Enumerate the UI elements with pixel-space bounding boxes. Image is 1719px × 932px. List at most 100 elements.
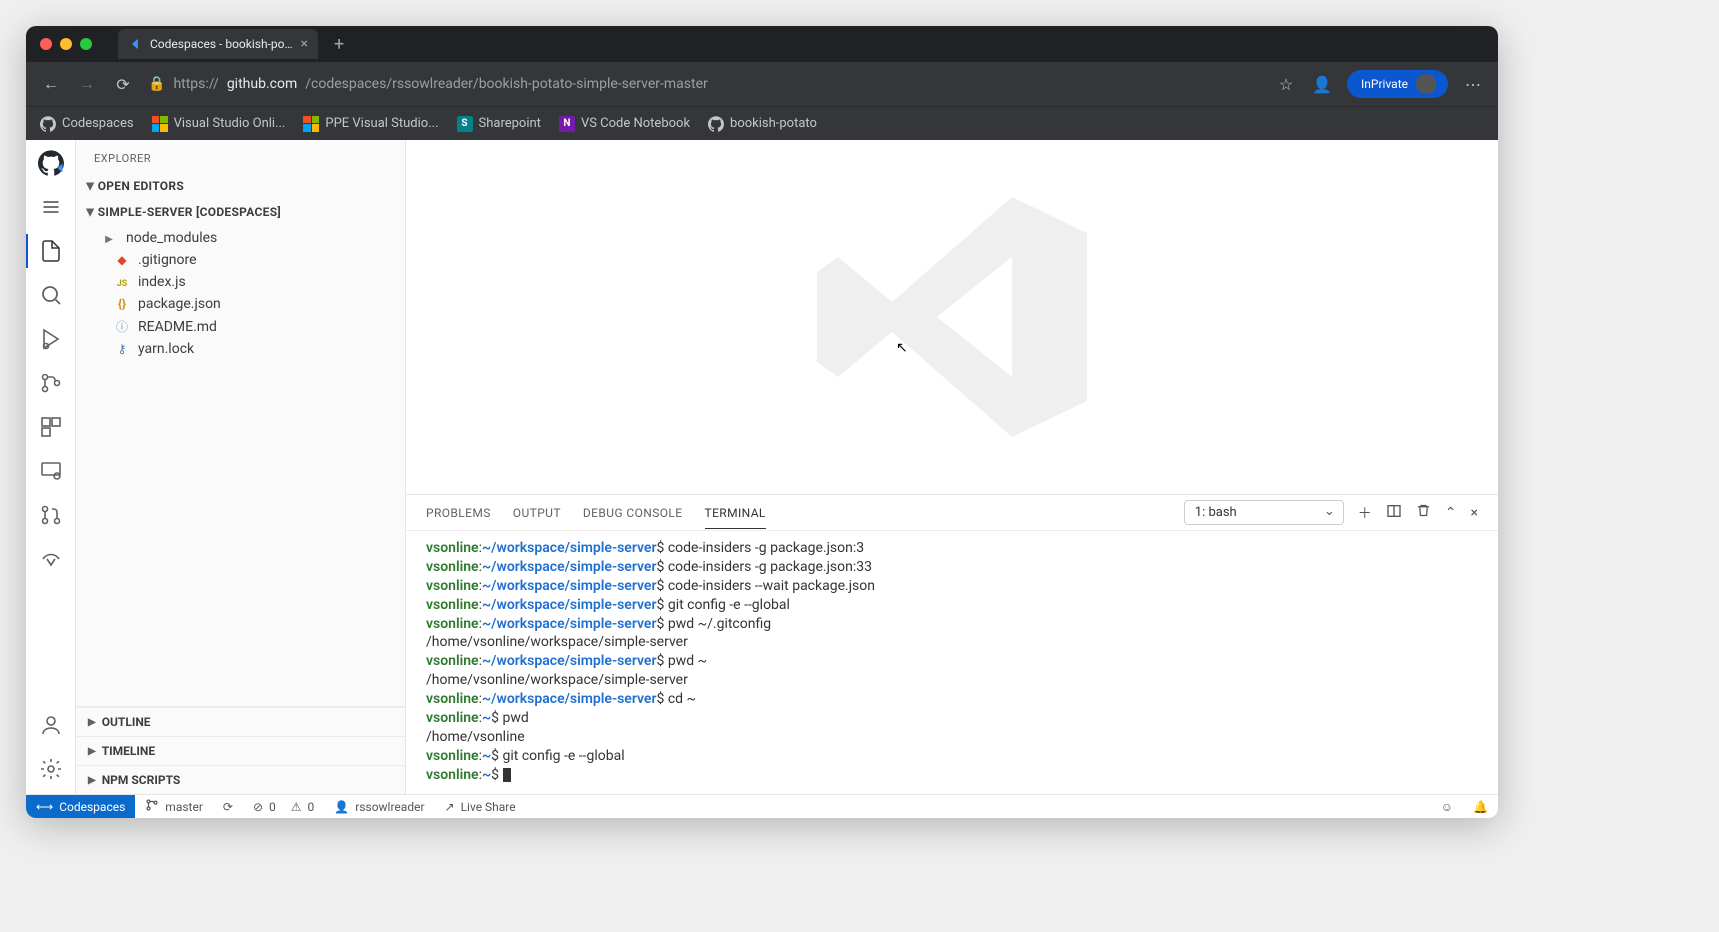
refresh-button[interactable]: ⟳ [112,75,134,94]
status-user[interactable]: 👤 rssowlreader [324,800,434,814]
address-bar[interactable]: 🔒 https://github.com/codespaces/rssowlre… [148,76,1261,92]
tab-debug-console[interactable]: DEBUG CONSOLE [583,498,683,528]
file-item[interactable]: JS index.js [76,271,405,293]
bookmark-label: Codespaces [62,116,134,131]
maximize-panel-icon[interactable]: ⌃ [1445,505,1457,521]
search-icon[interactable] [38,282,64,308]
explorer-icon[interactable] [38,238,64,264]
open-editors-section[interactable]: ▶ OPEN EDITORS [76,173,405,199]
repo-section[interactable]: ▶ SIMPLE-SERVER [CODESPACES] [76,199,405,225]
repo-label: SIMPLE-SERVER [CODESPACES] [98,205,281,219]
inprivate-badge[interactable]: InPrivate [1347,70,1448,98]
close-panel-icon[interactable]: × [1471,505,1478,521]
source-control-icon[interactable] [38,370,64,396]
sidebar-title: EXPLORER [76,140,405,173]
browser-window: Codespaces - bookish-potato × + ← → ⟳ 🔒 … [26,26,1498,818]
close-window-button[interactable] [40,38,52,50]
terminal-line: vsonline:~$ git config -e --global [426,747,1478,766]
url-host: github.com [227,76,297,92]
bookmark-item[interactable]: PPE Visual Studio... [303,116,438,132]
file-name: node_modules [126,230,217,246]
file-icon: ⓘ [114,318,130,335]
bookmark-item[interactable]: Codespaces [40,116,134,132]
tab-problems[interactable]: PROBLEMS [426,498,491,528]
kill-terminal-icon[interactable] [1416,503,1431,522]
remote-explorer-icon[interactable] [38,458,64,484]
liveshare-icon: ↗ [445,800,455,814]
file-item[interactable]: ⓘ README.md [76,315,405,338]
terminal-line: vsonline:~/workspace/simple-server$ pwd … [426,652,1478,671]
github-icon[interactable] [38,150,64,176]
status-feedback[interactable]: ☺ [1431,800,1463,814]
file-item[interactable]: {}package.json [76,293,405,315]
editor-area: ↖ PROBLEMS OUTPUT DEBUG CONSOLE TERMINAL… [406,140,1498,794]
terminal-line: vsonline:~/workspace/simple-server$ pwd … [426,615,1478,634]
terminal-selector[interactable]: 1: bash [1184,500,1344,525]
back-button[interactable]: ← [40,74,62,94]
vscode-watermark-icon [802,167,1102,467]
browser-toolbar: ← → ⟳ 🔒 https://github.com/codespaces/rs… [26,62,1498,106]
tab-output[interactable]: OUTPUT [513,498,561,528]
tab-terminal[interactable]: TERMINAL [705,498,766,529]
vscode-app: EXPLORER ▶ OPEN EDITORS ▶ SIMPLE-SERVER … [26,140,1498,794]
chevron-icon: ▶ [88,717,96,728]
status-problems[interactable]: ⊘0 ⚠0 [243,800,324,814]
file-icon: JS [114,275,130,289]
status-liveshare[interactable]: ↗ Live Share [435,800,526,814]
codespaces-label: Codespaces [59,800,125,814]
open-editors-label: OPEN EDITORS [98,179,184,193]
settings-gear-icon[interactable] [38,756,64,782]
user-label: rssowlreader [355,800,424,814]
close-tab-icon[interactable]: × [301,36,308,52]
status-branch[interactable]: master [135,798,213,815]
bookmark-item[interactable]: NVS Code Notebook [559,116,690,132]
bookmark-icon [152,116,168,132]
favorite-icon[interactable]: ☆ [1275,75,1297,94]
warning-count: 0 [308,800,315,814]
new-terminal-icon[interactable]: ＋ [1358,503,1372,523]
maximize-window-button[interactable] [80,38,92,50]
github-pr-icon[interactable] [38,502,64,528]
split-terminal-icon[interactable] [1386,503,1402,523]
folder-item[interactable]: ▶node_modules [76,227,405,249]
live-share-icon[interactable] [38,546,64,572]
timeline-section[interactable]: ▶ TIMELINE [76,736,405,765]
minimize-window-button[interactable] [60,38,72,50]
terminal-line: vsonline:~$ [426,766,1478,785]
bookmark-item[interactable]: bookish-potato [708,116,817,132]
account-icon[interactable] [38,712,64,738]
npm-scripts-section[interactable]: ▶ NPM SCRIPTS [76,765,405,794]
profile-icon[interactable]: 👤 [1311,75,1333,94]
more-menu-icon[interactable]: ⋯ [1462,75,1484,94]
bookmark-label: PPE Visual Studio... [325,116,438,131]
file-item[interactable]: ◆.gitignore [76,249,405,271]
file-item[interactable]: ⚷yarn.lock [76,338,405,360]
extensions-icon[interactable] [38,414,64,440]
terminal-line: vsonline:~/workspace/simple-server$ code… [426,539,1478,558]
bookmark-icon [708,116,724,132]
terminal-line: /home/vsonline/workspace/simple-server [426,633,1478,652]
bookmark-label: VS Code Notebook [581,116,690,131]
bookmark-item[interactable]: SSharepoint [457,116,541,132]
browser-tab[interactable]: Codespaces - bookish-potato × [118,29,318,59]
run-debug-icon[interactable] [38,326,64,352]
menu-icon[interactable] [38,194,64,220]
forward-button[interactable]: → [76,74,98,94]
file-name: yarn.lock [138,341,194,357]
new-tab-button[interactable]: + [334,34,344,55]
sync-icon: ⟳ [223,800,233,814]
status-codespaces[interactable]: ⟷ Codespaces [26,795,135,818]
terminal-output[interactable]: vsonline:~/workspace/simple-server$ code… [406,531,1498,794]
file-name: index.js [138,274,186,290]
outline-section[interactable]: ▶ OUTLINE [76,707,405,736]
file-name: README.md [138,319,217,335]
bookmarks-bar: Codespaces Visual Studio Onli... PPE Visua… [26,106,1498,140]
status-sync[interactable]: ⟳ [213,800,243,814]
bookmark-label: bookish-potato [730,116,817,131]
status-bell[interactable]: 🔔 [1463,800,1498,814]
avatar [1416,74,1436,94]
error-count: 0 [269,800,276,814]
bookmark-item[interactable]: Visual Studio Onli... [152,116,286,132]
npm-scripts-label: NPM SCRIPTS [102,773,181,787]
chevron-icon: ▶ [88,746,96,757]
